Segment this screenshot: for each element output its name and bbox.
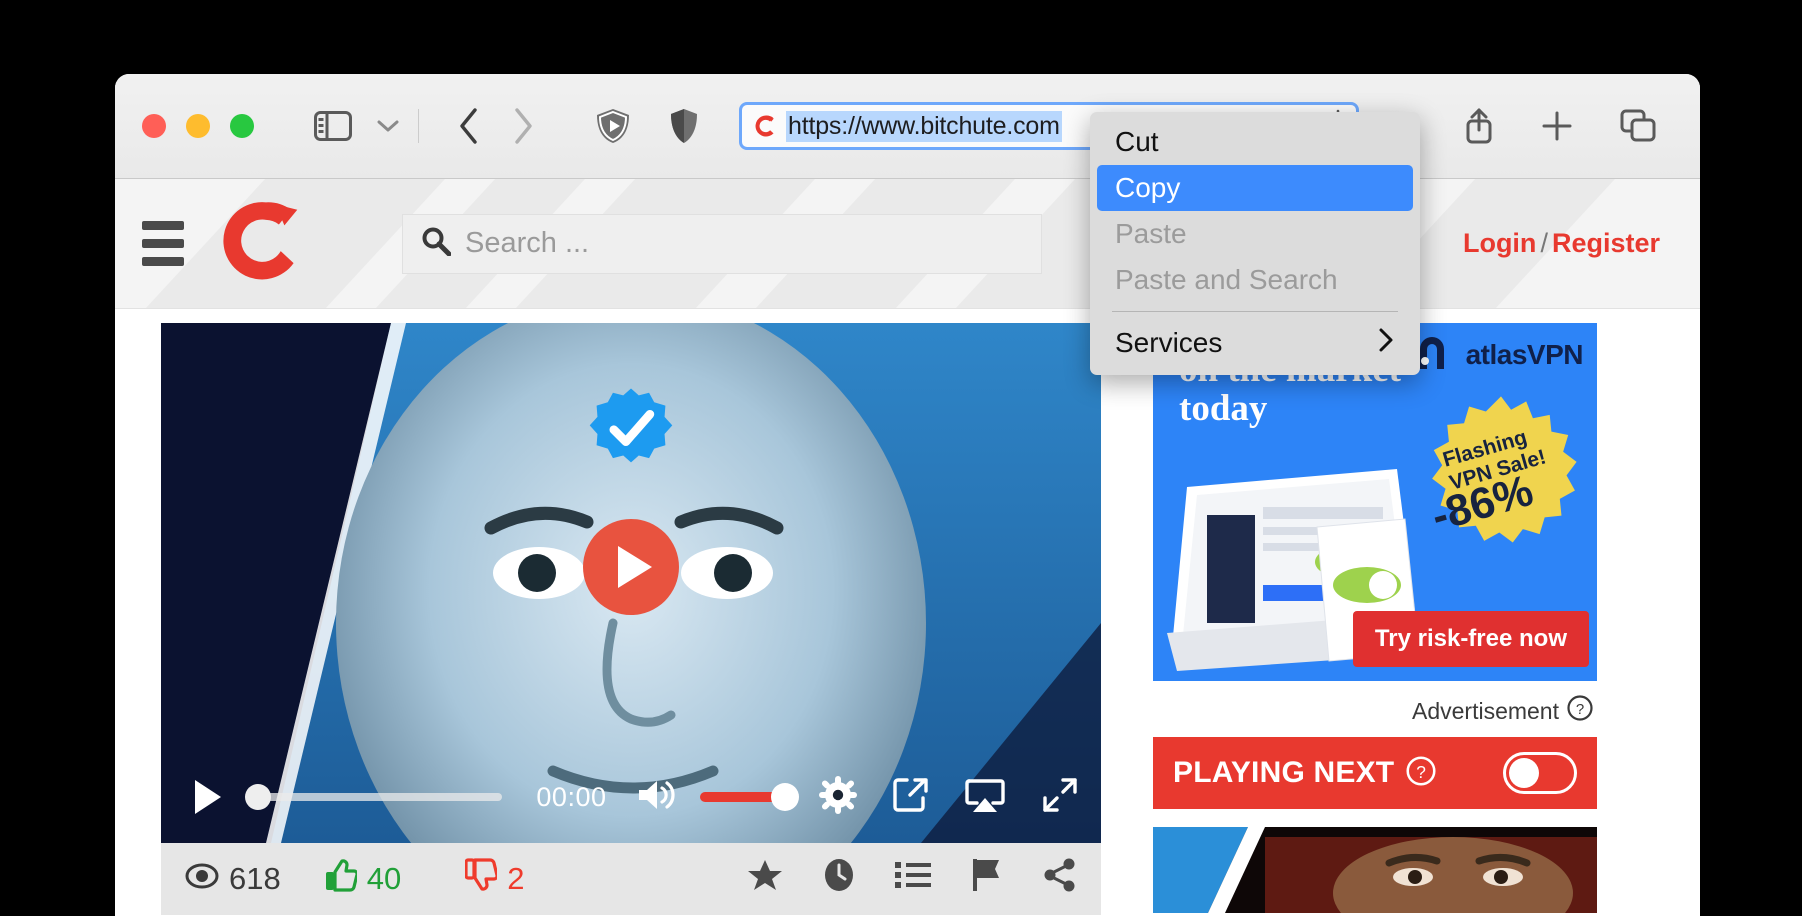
eye-icon [185,861,219,897]
advertisement-label: Advertisement [1411,697,1559,724]
address-bar-url[interactable]: https://www.bitchute.com [786,110,1062,142]
flag-icon[interactable] [971,858,1003,900]
context-menu-item-paste: Paste [1115,218,1187,249]
view-count-value: 618 [229,861,281,896]
popout-icon[interactable] [893,776,929,819]
atlasvpn-brand-name: atlasVPN [1465,339,1584,370]
volume-icon[interactable] [636,777,678,818]
star-icon[interactable] [747,858,783,900]
video-controls-right [819,775,1079,819]
safari-window: https://www.bitchute.com Search ... Logi… [115,74,1700,916]
context-menu: Cut Copy Paste Paste and Search Services [1090,112,1420,375]
minimize-window-button[interactable] [186,114,210,138]
auth-links: Login / Register [1463,228,1660,259]
dislike-count[interactable]: 2 [464,858,525,900]
svg-text:?: ? [1576,701,1584,718]
atlasvpn-brand: atlasVPN [1410,333,1584,377]
search-icon [421,226,452,261]
register-link[interactable]: Register [1552,228,1660,258]
like-count-value: 40 [366,861,402,896]
sidebar-icon[interactable] [314,111,352,141]
content-area: 00:00 618 40 2 atlasVPN today Flashing V… [115,309,1700,915]
play-button-icon[interactable] [583,519,679,616]
search-input[interactable]: Search ... [402,213,1042,274]
playing-next-help-icon[interactable]: ? [1406,755,1436,791]
verified-check-icon [589,388,673,463]
video-player[interactable]: 00:00 [161,323,1101,843]
maximize-window-button[interactable] [230,114,254,138]
thumbs-up-icon[interactable] [325,858,359,900]
screen: https://www.bitchute.com Search ... Logi… [0,0,1802,916]
like-count[interactable]: 40 [325,858,401,900]
context-menu-item-cut[interactable]: Cut [1097,119,1413,165]
forward-arrow-icon[interactable] [511,107,535,145]
seek-handle[interactable] [245,784,271,810]
seek-bar[interactable] [245,784,503,810]
advertisement-cta-button[interactable]: Try risk-free now [1352,611,1589,667]
privacy-shield-icon[interactable] [669,107,699,145]
video-column: 00:00 618 40 2 [161,323,1101,915]
login-link[interactable]: Login [1463,228,1536,258]
browser-toolbar: https://www.bitchute.com [115,74,1700,179]
svg-text:?: ? [1417,761,1427,781]
back-arrow-icon[interactable] [457,107,481,145]
airplay-icon[interactable] [965,776,1005,819]
window-controls [142,114,254,138]
thumbs-down-icon[interactable] [464,858,499,900]
playing-next-label: PLAYING NEXT [1173,756,1395,789]
context-menu-item-services-label: Services [1115,327,1223,358]
volume-slider[interactable] [700,783,799,811]
playlist-icon[interactable] [895,860,931,898]
advertisement-label-row: Advertisement ? [1153,681,1597,737]
volume-handle[interactable] [771,783,799,811]
help-circle-icon[interactable]: ? [1567,695,1593,727]
close-window-button[interactable] [142,114,166,138]
clock-icon[interactable] [823,858,855,900]
sidebar-column: atlasVPN on the market today [1153,323,1597,915]
dislike-count-value: 2 [507,861,525,896]
playing-next-toggle[interactable] [1503,752,1577,794]
chevron-down-icon[interactable] [376,118,400,134]
next-video-image [1153,827,1597,913]
fullscreen-icon[interactable] [1041,776,1079,819]
site-header: Search ... Login / Register [115,179,1700,309]
hamburger-menu-icon[interactable] [142,221,184,266]
auth-separator: / [1540,228,1548,258]
video-stats-bar: 618 40 2 [161,843,1101,915]
plus-icon[interactable] [1540,109,1574,143]
gear-icon[interactable] [819,775,857,819]
context-menu-item-paste-and-search: Paste and Search [1115,264,1338,295]
play-icon[interactable] [195,780,221,814]
playing-next-bar: PLAYING NEXT ? [1153,737,1597,809]
video-shield-icon[interactable] [595,107,631,145]
video-controls: 00:00 [161,751,1101,843]
bitchute-logo[interactable] [220,195,312,292]
advertisement-headline-line2: today [1179,387,1268,429]
advertisement-sale-badge: Flashing VPN Sale! -86% [1417,393,1585,561]
view-count: 618 [185,861,281,897]
bitchute-favicon [755,115,774,137]
search-placeholder: Search ... [465,227,590,259]
tab-overview-icon[interactable] [1620,109,1656,143]
context-menu-separator [1112,311,1398,312]
toggle-knob [1509,758,1539,788]
toolbar-divider [418,109,419,143]
advertisement-banner[interactable]: atlasVPN on the market today [1153,323,1597,681]
context-menu-item-copy[interactable]: Copy [1097,165,1413,211]
share-icon[interactable] [1464,107,1494,145]
toolbar-right-actions [1464,107,1656,145]
context-menu-item-services[interactable]: Services [1097,320,1413,366]
timecode: 00:00 [536,781,607,812]
next-video-thumbnail[interactable] [1153,827,1597,913]
share-nodes-icon[interactable] [1043,858,1077,900]
chevron-right-icon [1377,327,1395,360]
page-content: Search ... Login / Register 00:00 618 40… [115,179,1700,916]
video-action-icons [747,858,1077,900]
